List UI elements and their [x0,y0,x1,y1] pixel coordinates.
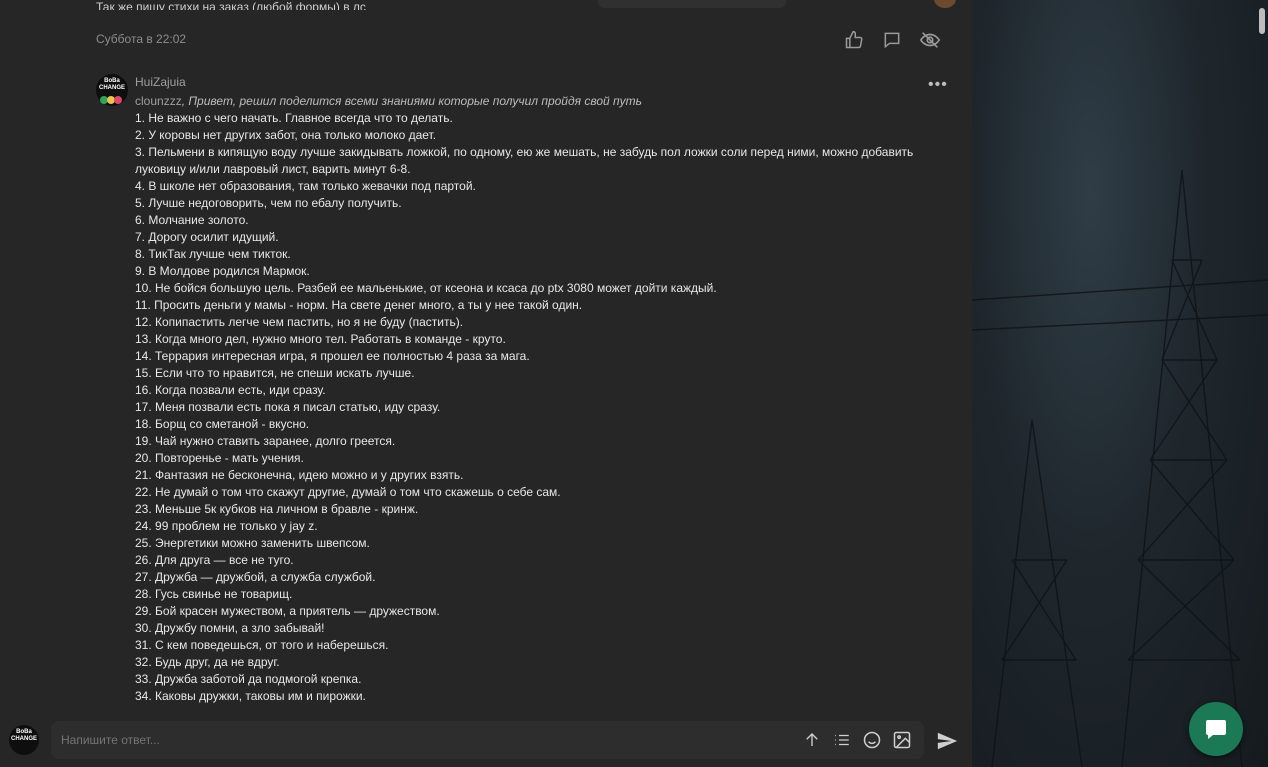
post-line: 19. Чай нужно ставить заранее, долго гре… [135,434,396,448]
reply-tools [800,728,914,752]
post-line: 14. Террария интересная игра, я прошел е… [135,349,530,363]
post-line: 21. Фантазия не бесконечна, идею можно и… [135,468,464,482]
post-line: 7. Дорогу осилит идущий. [135,230,279,244]
my-avatar-text: BoBa CHANGE [10,729,37,742]
post-line: 34. Каковы дружки, таковы им и пирожки. [135,689,366,703]
reply-input[interactable] [51,721,924,759]
post-lines: 1. Не важно с чего начать. Главное всегд… [135,110,925,705]
thumbs-up-icon[interactable] [842,28,866,52]
post-actions [842,28,942,52]
author-avatar-text: BoBa CHANGE [98,78,125,91]
list-icon[interactable] [830,728,854,752]
my-avatar[interactable]: BoBa CHANGE [9,725,39,755]
author-avatar[interactable]: BoBa CHANGE [96,74,128,106]
chat-icon[interactable] [1189,702,1243,756]
greeting-text: , Привет, решил поделится всеми знаниями… [181,94,642,108]
post-greeting: clounzzz, Привет, решил поделится всеми … [135,93,925,110]
post-line: 29. Бой красен мужеством, а приятель — д… [135,604,440,618]
send-icon[interactable] [936,730,960,752]
post-line: 23. Меньше 5к кубков на личном в бравле … [135,502,419,516]
post-line: 31. С кем поведешься, от того и наберешь… [135,638,389,652]
post-line: 4. В школе нет образования, там только ж… [135,179,476,193]
post-line: 26. Для друга — все не туго. [135,553,294,567]
post-line: 8. ТикТак лучше чем тикток. [135,247,291,261]
post-line: 32. Будь друг, да не вдруг. [135,655,280,669]
post-body: clounzzz, Привет, решил поделится всеми … [135,93,925,705]
post-line: 3. Пельмени в кипящую воду лучше закидыв… [135,145,917,176]
post-line: 25. Энергетики можно заменить швепсом. [135,536,370,550]
arrow-up-icon[interactable] [800,728,824,752]
post-line: 11. Просить деньги у мамы - норм. На све… [135,298,583,312]
post-line: 18. Борщ со сметаной - вкусно. [135,417,310,431]
previous-post-text: Так же пишу стихи на заказ (любой формы)… [96,0,366,10]
scrollbar[interactable] [1256,0,1268,767]
mention-link[interactable]: clounzzz [135,94,182,108]
post-line: 20. Повторенье - мать учения. [135,451,304,465]
post-line: 5. Лучше недоговорить, чем по ебалу полу… [135,196,402,210]
scrollbar-thumb[interactable] [1259,8,1265,34]
post-line: 16. Когда позвали есть, иди сразу. [135,383,326,397]
feed: Так же пишу стихи на заказ (любой формы)… [0,0,972,767]
post-line: 13. Когда много дел, нужно много тел. Ра… [135,332,506,346]
post-line: 24. 99 проблем не только у jay z. [135,519,318,533]
top-search[interactable] [598,0,786,8]
image-icon[interactable] [890,728,914,752]
more-dots-icon[interactable]: ••• [928,76,948,94]
post-line: 12. Копипастить легче чем пастить, но я … [135,315,464,329]
post-line: 28. Гусь свинье не товарищ. [135,587,293,601]
avatar-badge-icon [100,96,122,104]
post-line: 22. Не думай о том что скажут другие, ду… [135,485,561,499]
post-line: 17. Меня позвали есть пока я писал стать… [135,400,441,414]
post-line: 9. В Молдове родился Мармок. [135,264,310,278]
post-line: 15. Если что то нравится, не спеши искат… [135,366,415,380]
post-line: 1. Не важно с чего начать. Главное всегд… [135,111,453,125]
post-line: 33. Дружба заботой да подмогой крепка. [135,672,362,686]
top-avatar[interactable] [934,0,956,8]
author-name[interactable]: HuiZajuia [135,75,186,89]
post-line: 10. Не бойся большую цель. Разбей ее мал… [135,281,717,295]
emoji-icon[interactable] [860,728,884,752]
previous-post-time: Суббота в 22:02 [96,32,187,46]
power-tower-image [972,169,1268,767]
post-line: 27. Дружба — дружбой, а служба службой. [135,570,376,584]
post-line: 30. Дружбу помни, а зло забывай! [135,621,325,635]
wallpaper [972,0,1268,767]
comment-icon[interactable] [880,28,904,52]
eye-off-icon[interactable] [918,28,942,52]
post-line: 6. Молчание золото. [135,213,249,227]
post-line: 2. У коровы нет других забот, она только… [135,128,437,142]
